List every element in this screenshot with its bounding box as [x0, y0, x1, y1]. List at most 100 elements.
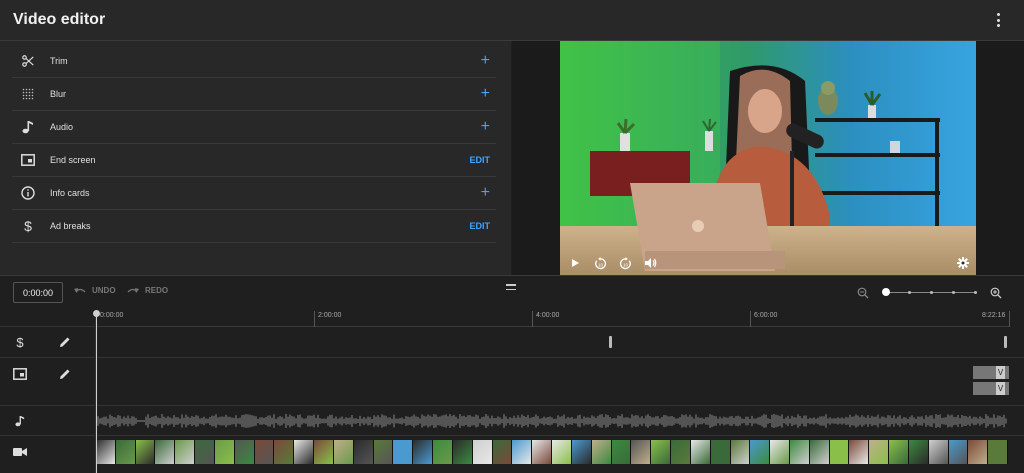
video-thumbnail [254, 440, 275, 464]
tool-blur[interactable]: Blur + [12, 78, 496, 111]
video-thumbnail [809, 440, 830, 464]
ruler-tick [750, 311, 751, 327]
video-thumbnail [869, 440, 890, 464]
pencil-icon[interactable] [57, 334, 73, 350]
ruler-label: 0:00:00 [100, 312, 124, 319]
video-thumbnail [452, 440, 473, 464]
video-thumbnail [294, 440, 315, 464]
video-player[interactable]: 10 10 [560, 41, 976, 275]
tool-audio[interactable]: Audio + [12, 111, 496, 144]
music-note-icon [18, 117, 38, 137]
add-blur-button[interactable]: + [481, 86, 490, 102]
video-thumbnail [155, 440, 176, 464]
forward-10-icon[interactable]: 10 [615, 253, 635, 273]
zoom-step-dot [930, 291, 933, 294]
video-thumbnail [214, 440, 235, 464]
edit-end-screen-button[interactable]: EDIT [469, 155, 490, 165]
playhead-handle[interactable] [93, 310, 100, 317]
audio-track[interactable] [96, 406, 1024, 436]
zoom-step-dot [908, 291, 911, 294]
add-trim-button[interactable]: + [481, 53, 490, 69]
video-thumbnail [948, 440, 969, 464]
ruler-label: 4:00:00 [536, 312, 560, 319]
zoom-out-icon[interactable] [857, 286, 869, 304]
music-note-icon [12, 413, 28, 429]
scissors-icon [18, 51, 38, 71]
tool-label: Ad breaks [50, 221, 91, 231]
redo-label: REDO [145, 286, 169, 295]
video-camera-icon [12, 444, 28, 460]
video-thumbnail [710, 440, 731, 464]
video-thumbnail [611, 440, 632, 464]
playhead[interactable] [96, 311, 97, 473]
undo-button[interactable]: UNDO [74, 286, 116, 295]
tool-label: Info cards [50, 188, 90, 198]
tool-ad-breaks[interactable]: $ Ad breaks EDIT [12, 210, 496, 243]
vertical-dots-icon[interactable] [990, 11, 1006, 29]
video-thumbnail [591, 440, 612, 464]
ad-break-marker[interactable] [609, 336, 612, 348]
redo-icon [127, 287, 139, 293]
ruler-tick [532, 311, 533, 327]
timeline-ruler[interactable]: 0:00:00 2:00:00 4:00:00 6:00:00 8:22:16 [96, 311, 1010, 327]
tool-info-cards[interactable]: Info cards + [12, 177, 496, 210]
ad-breaks-track-header: $ [0, 327, 96, 358]
tool-label: Audio [50, 122, 74, 132]
redo-button[interactable]: REDO [127, 286, 168, 295]
video-thumbnail [314, 440, 334, 464]
zoom-slider-handle[interactable] [882, 288, 890, 296]
add-info-card-button[interactable]: + [481, 185, 490, 201]
end-screen-element-label: V [996, 382, 1005, 395]
tool-label: End screen [50, 155, 96, 165]
dollar-icon: $ [16, 334, 24, 350]
current-time-input[interactable]: 0:00:00 [13, 282, 63, 303]
end-screen-element[interactable]: V [973, 366, 1009, 379]
video-thumbnail [472, 440, 493, 464]
tool-trim[interactable]: Trim + [12, 45, 496, 78]
zoom-step-dot [952, 291, 955, 294]
video-thumbnail [829, 440, 850, 464]
pencil-icon[interactable] [57, 366, 73, 382]
video-thumbnail [234, 440, 255, 464]
video-thumbnail [433, 440, 453, 464]
ad-breaks-track[interactable] [96, 327, 1024, 358]
tool-end-screen[interactable]: End screen EDIT [12, 144, 496, 177]
gear-icon[interactable] [953, 253, 973, 273]
video-thumbnail [671, 440, 691, 464]
volume-icon[interactable] [640, 253, 660, 273]
add-audio-button[interactable]: + [481, 119, 490, 135]
timeline-toolbar: 0:00:00 UNDO REDO [0, 275, 1024, 311]
audio-track-header [0, 406, 96, 436]
zoom-in-icon[interactable] [990, 286, 1002, 304]
video-thumbnail [651, 440, 672, 464]
svg-text:10: 10 [622, 262, 628, 267]
tool-label: Blur [50, 89, 67, 99]
ruler-tick [314, 311, 315, 327]
edit-ad-breaks-button[interactable]: EDIT [469, 221, 490, 231]
video-thumbnail [690, 440, 711, 464]
header: Video editor [0, 0, 1024, 41]
end-screen-icon [12, 366, 28, 382]
video-thumbnail [928, 440, 949, 464]
ad-break-marker[interactable] [1004, 336, 1007, 348]
resize-handle[interactable] [506, 284, 516, 290]
video-thumbnail [274, 440, 295, 464]
video-thumbnail [96, 440, 116, 464]
rewind-10-icon[interactable]: 10 [590, 253, 610, 273]
video-track[interactable] [96, 436, 1024, 473]
audio-waveform [96, 414, 1007, 428]
tools-panel: Trim + Blur + Audio + End screen EDIT In… [0, 41, 511, 275]
end-screen-track[interactable]: V V [96, 358, 1024, 406]
ruler-label: 6:00:00 [754, 312, 778, 319]
end-screen-track-header [0, 358, 96, 406]
play-icon[interactable] [565, 253, 585, 273]
video-frame-image [560, 41, 976, 275]
video-thumbnail [908, 440, 929, 464]
video-track-header [0, 436, 96, 473]
video-thumbnail [115, 440, 136, 464]
video-thumbnail [571, 440, 592, 464]
video-thumbnail [968, 440, 989, 464]
video-thumbnail [373, 440, 394, 464]
blur-grid-icon [18, 84, 38, 104]
end-screen-element[interactable]: V [973, 382, 1009, 395]
